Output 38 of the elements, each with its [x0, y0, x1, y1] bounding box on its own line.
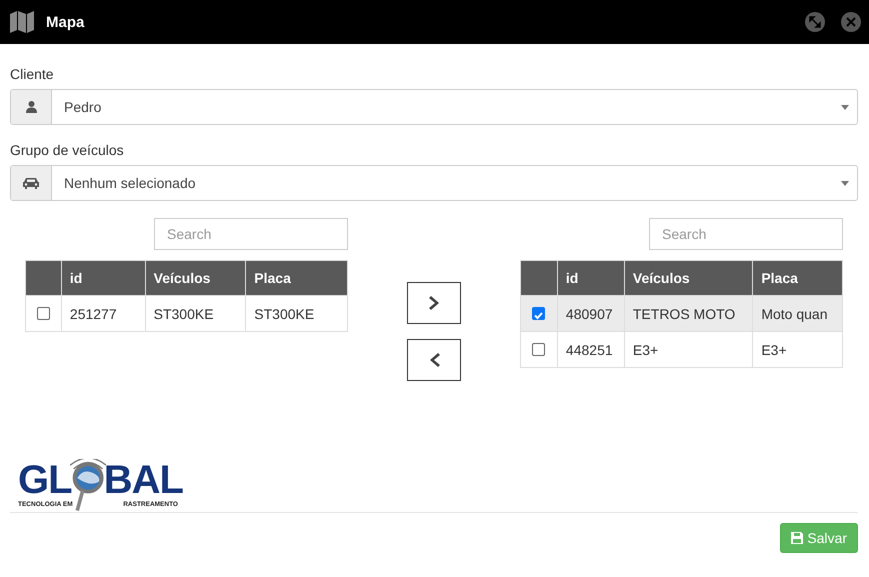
table-cell: ST300KE: [145, 296, 246, 332]
expand-icon: [809, 16, 821, 28]
column-header: id: [61, 260, 146, 296]
window-title: Mapa: [46, 14, 86, 30]
column-header: Placa: [246, 260, 348, 296]
select-field[interactable]: Nenhum selecionado: [10, 165, 858, 201]
table-cell: 251277: [61, 296, 146, 332]
table-cell: ST300KE: [246, 296, 348, 332]
expand-button[interactable]: [805, 12, 825, 32]
search-field[interactable]: Search: [649, 218, 843, 250]
row-checkbox[interactable]: [532, 307, 546, 320]
close-button[interactable]: [841, 12, 861, 32]
search-field[interactable]: Search: [154, 218, 348, 250]
row-checkbox[interactable]: [532, 343, 546, 356]
move-left-button[interactable]: [407, 339, 461, 381]
table-cell: TETROS MOTO: [624, 296, 753, 332]
field-label: Grupo de veículos: [10, 142, 125, 158]
column-header: Placa: [752, 260, 842, 296]
dropdown-caret-icon: [841, 180, 849, 186]
dropdown-caret-icon: [841, 104, 849, 110]
move-right-button[interactable]: [407, 282, 461, 324]
column-header: Veículos: [624, 260, 753, 296]
table-cell: 448251: [557, 332, 624, 368]
map-icon: [10, 11, 34, 33]
chevron-left-icon: [428, 352, 440, 368]
person-icon: [26, 101, 36, 113]
row-checkbox[interactable]: [36, 307, 50, 320]
column-header: id: [557, 260, 624, 296]
table-cell: E3+: [624, 332, 753, 368]
car-icon: [23, 177, 39, 189]
column-header: Veículos: [145, 260, 246, 296]
select-field[interactable]: Pedro: [10, 89, 858, 125]
table-cell: 480907: [557, 296, 624, 332]
chevron-right-icon: [428, 295, 440, 311]
table-cell: E3+: [752, 332, 842, 368]
field-label: Cliente: [10, 66, 55, 82]
close-icon: [846, 17, 856, 27]
table-cell: Moto quan: [752, 296, 842, 332]
